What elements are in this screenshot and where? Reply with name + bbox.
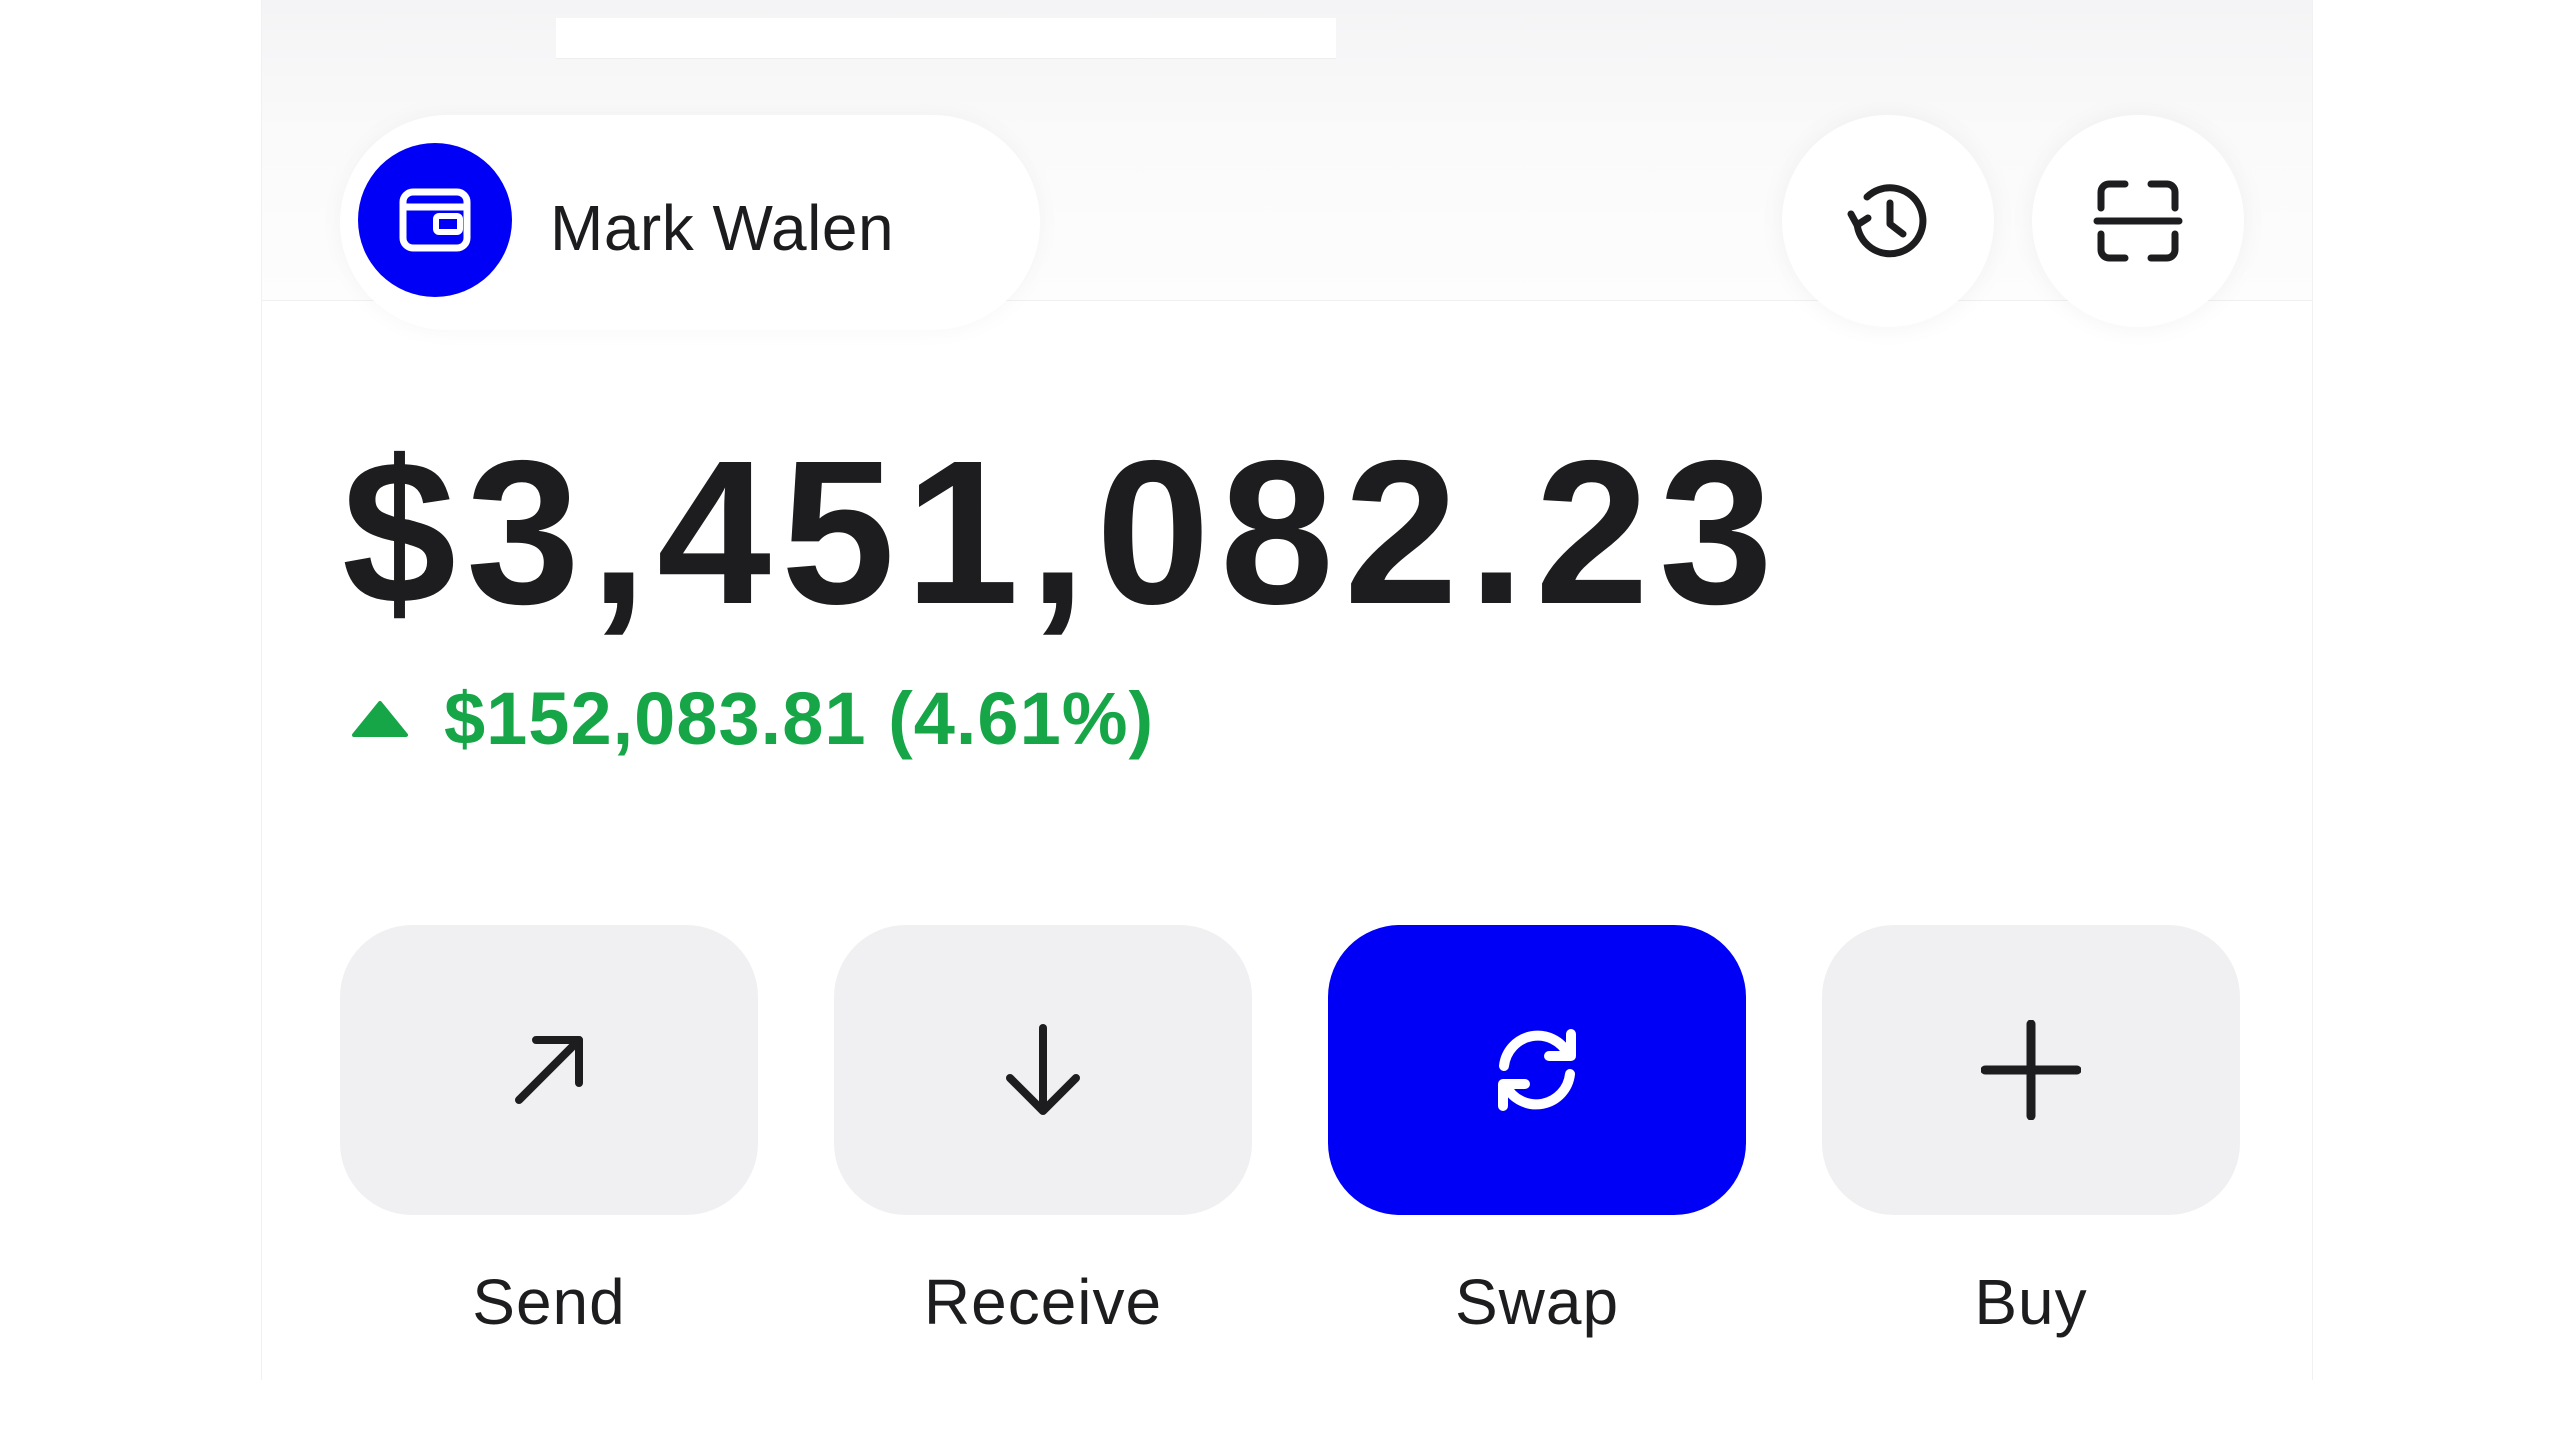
profile-name: Mark Walen — [550, 192, 895, 264]
receive-label[interactable]: Receive — [834, 1265, 1252, 1339]
wallet-avatar — [358, 143, 512, 297]
arrow-down-icon — [1006, 1024, 1080, 1115]
header: Mark Walen — [262, 0, 2312, 330]
balance-change-text: $152,083.81 (4.61%) — [444, 676, 1155, 760]
swap-label[interactable]: Swap — [1328, 1265, 1746, 1339]
wallet-icon — [399, 188, 471, 252]
buy-button[interactable] — [1822, 925, 2240, 1215]
swap-icon — [1498, 1029, 1576, 1111]
buy-label[interactable]: Buy — [1822, 1265, 2240, 1339]
history-button[interactable] — [1782, 115, 1994, 327]
header-strip — [556, 18, 1336, 59]
plus-icon — [1981, 1020, 2081, 1120]
send-label[interactable]: Send — [340, 1265, 758, 1339]
scan-icon — [2093, 180, 2183, 262]
arrow-up-right-icon — [515, 1036, 583, 1104]
triangle-up-icon — [352, 701, 408, 737]
balance-amount: $3,451,082.23 — [342, 418, 1783, 647]
wallet-screen: Mark Walen $3,451,082.23 $152,083.81 (4.… — [261, 0, 2313, 1380]
send-button[interactable] — [340, 925, 758, 1215]
receive-button[interactable] — [834, 925, 1252, 1215]
profile-selector[interactable]: Mark Walen — [340, 115, 1040, 330]
history-icon — [1847, 184, 1927, 258]
swap-button[interactable] — [1328, 925, 1746, 1215]
scan-button[interactable] — [2032, 115, 2244, 327]
balance-change: $152,083.81 (4.61%) — [350, 673, 1154, 763]
